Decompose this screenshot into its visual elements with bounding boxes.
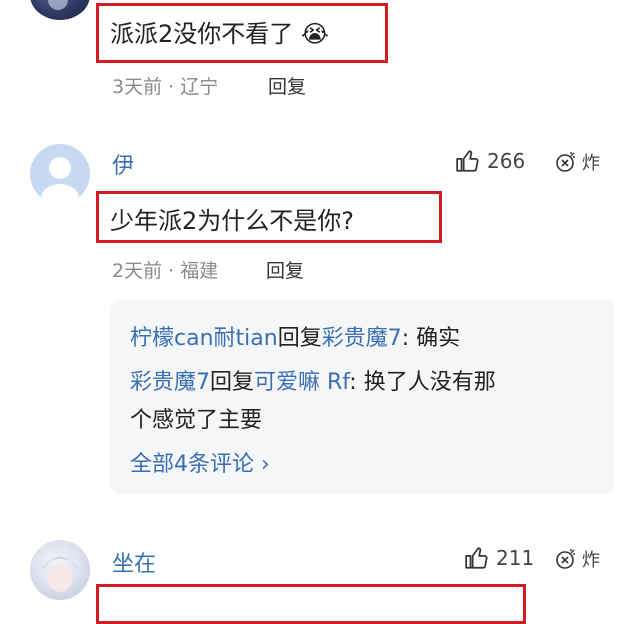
comment-meta: 3天前 · 辽宁: [112, 76, 219, 98]
reply-text: 换了人没有那: [363, 370, 496, 395]
reply-verb: 回复: [210, 370, 255, 395]
reply-item[interactable]: 柠檬can耐tian回复彩贵魔7: 确实: [130, 320, 460, 352]
comment-text: 少年派2为什么不是你?: [110, 207, 355, 235]
reply-thread: 柠檬can耐tian回复彩贵魔7: 确实 彩贵魔7回复可爱嘛 Rf: 换了人没有…: [110, 300, 614, 494]
reply-target[interactable]: 彩贵魔7: [322, 326, 402, 351]
reply-colon: :: [401, 326, 410, 351]
bomb-button[interactable]: 炸: [554, 149, 600, 175]
username[interactable]: 坐在: [112, 546, 156, 578]
bomb-label: 炸: [582, 153, 600, 174]
thumbs-up-icon: [456, 150, 479, 172]
bomb-label: 炸: [582, 550, 600, 571]
username[interactable]: 伊: [112, 148, 134, 180]
like-count: 266: [487, 149, 526, 173]
like-button[interactable]: 211: [464, 545, 534, 571]
avatar-image: [42, 557, 78, 592]
reply-text: 确实: [416, 326, 461, 351]
highlight-box: [96, 584, 526, 624]
comment-text: 派派2没你不看了 😭: [110, 20, 329, 48]
bomb-button[interactable]: 炸: [554, 546, 600, 572]
view-all-replies-link[interactable]: 全部4条评论 ›: [130, 446, 270, 478]
crying-emoji: 😭: [300, 20, 329, 48]
reply-colon: :: [349, 370, 357, 395]
reply-text-continued: 个感觉了主要: [130, 408, 263, 433]
avatar-image: [48, 0, 68, 10]
reply-button[interactable]: 回复: [268, 72, 306, 99]
bomb-icon: [556, 549, 575, 569]
like-count: 211: [496, 546, 535, 570]
thumbs-up-icon: [465, 547, 488, 569]
reply-username[interactable]: 柠檬can耐tian: [130, 326, 278, 351]
reply-button[interactable]: 回复: [266, 256, 304, 283]
comment-meta: 2天前 · 福建: [112, 260, 219, 282]
like-button[interactable]: 266: [455, 148, 525, 174]
reply-username[interactable]: 彩贵魔7: [130, 370, 210, 395]
avatar[interactable]: [30, 144, 90, 204]
reply-item[interactable]: 彩贵魔7回复可爱嘛 Rf: 换了人没有那: [130, 364, 496, 396]
reply-verb: 回复: [277, 326, 322, 351]
avatar[interactable]: [30, 540, 90, 600]
avatar[interactable]: [30, 0, 90, 20]
reply-target[interactable]: 可爱嘛 Rf: [254, 370, 349, 395]
bomb-icon: [556, 152, 575, 172]
default-avatar-icon: [41, 157, 79, 204]
